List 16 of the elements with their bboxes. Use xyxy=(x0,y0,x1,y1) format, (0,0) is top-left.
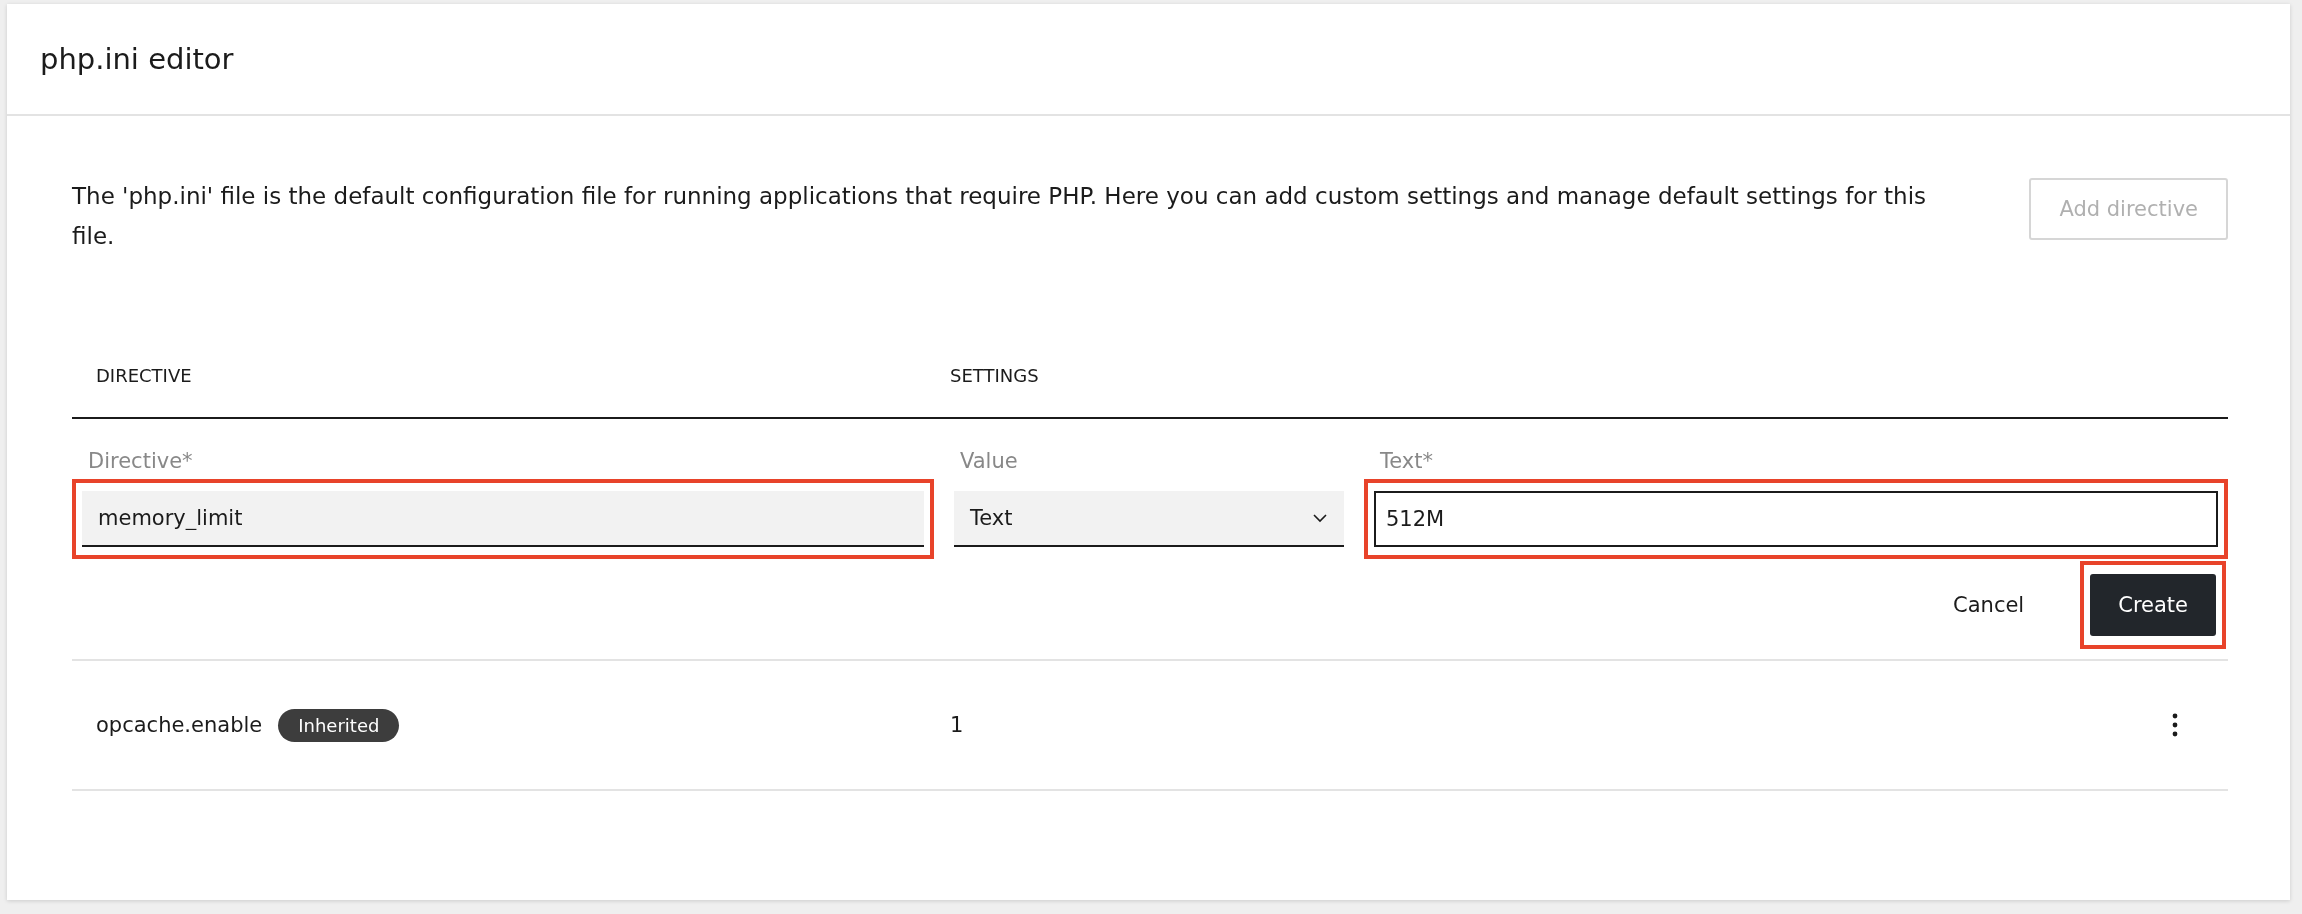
setting-value: 1 xyxy=(950,713,965,737)
chevron-down-icon xyxy=(1312,513,1328,523)
column-header: SETTINGS xyxy=(950,365,1040,386)
cancel-button[interactable]: Cancel xyxy=(1925,574,2053,636)
create-button[interactable]: Create xyxy=(2090,574,2216,636)
inherited-badge: Inherited xyxy=(278,708,400,742)
value-type-select[interactable]: Text xyxy=(954,491,1344,547)
directive-input[interactable]: memory_limit xyxy=(82,491,924,547)
text-input[interactable]: 512M xyxy=(1374,491,2218,547)
window-title: php.ini editor xyxy=(40,42,234,76)
column-header: DIRECTIVE xyxy=(95,365,193,386)
directive-name: opcache.enable xyxy=(96,713,263,737)
description-text: The 'php.ini' file is the default configuration file for running applications that require PHP. Here you can add custom settings and manage default settings for this file. xyxy=(72,182,1928,251)
field-label: Value xyxy=(959,449,1019,473)
field-label: Text* xyxy=(1379,449,1434,473)
field-label: Directive* xyxy=(87,449,194,473)
